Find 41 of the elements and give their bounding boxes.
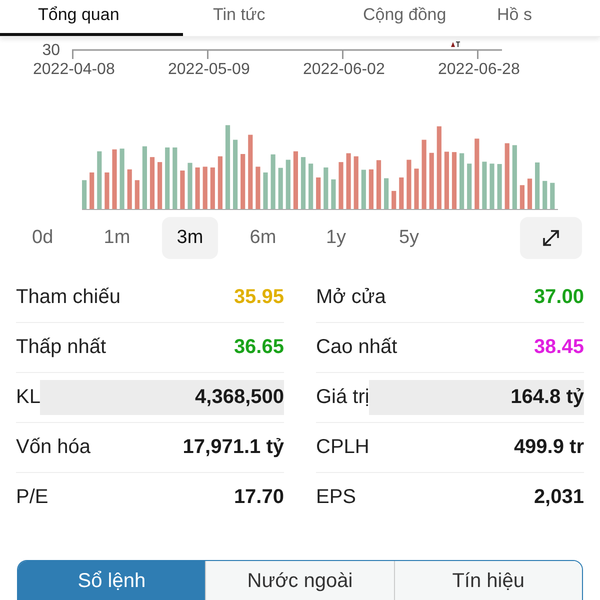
axis-label: 2022-04-08 bbox=[33, 61, 116, 80]
tab[interactable]: Nước ngoài bbox=[206, 561, 395, 600]
period-button[interactable]: 1y bbox=[308, 217, 364, 259]
tab[interactable]: Tín hiệu bbox=[394, 561, 582, 600]
stat-label: Mở cửa bbox=[316, 286, 386, 309]
period-button[interactable]: 5y bbox=[381, 217, 437, 259]
axis-label: 30 bbox=[41, 42, 61, 60]
tab[interactable]: Sổ lệnh bbox=[18, 561, 206, 600]
stat-label: Vốn hóa bbox=[16, 436, 91, 459]
period-button[interactable]: 6m bbox=[235, 217, 291, 259]
expand-icon bbox=[540, 227, 562, 249]
period-button[interactable]: 0d bbox=[18, 217, 72, 259]
stat-label: Cao nhất bbox=[316, 336, 398, 359]
marker-icon bbox=[450, 41, 460, 47]
stat-value: 38.45 bbox=[534, 336, 584, 359]
axis-label: 2022-06-28 bbox=[438, 61, 521, 80]
tab[interactable]: Hồ s bbox=[483, 5, 550, 36]
stat-value: 17.70 bbox=[234, 486, 284, 509]
tab[interactable]: Tin tức bbox=[183, 5, 333, 36]
period-button[interactable]: 1m bbox=[89, 217, 145, 259]
stat-value: 2,031 bbox=[534, 486, 584, 509]
axis-label: 2022-05-09 bbox=[168, 61, 251, 80]
stat-label: Giá trị bbox=[316, 386, 370, 409]
stat-value: 36.65 bbox=[234, 336, 284, 359]
stat-value: 499.9 tr bbox=[514, 436, 584, 459]
stat-value: 17,971.1 tỷ bbox=[182, 436, 284, 459]
axis-label: 2022-06-02 bbox=[303, 61, 386, 80]
expand-button[interactable] bbox=[520, 217, 582, 259]
period-button[interactable]: 3m bbox=[162, 217, 218, 259]
stat-value: 4,368,500 bbox=[40, 380, 284, 415]
stat-label: Thấp nhất bbox=[16, 336, 106, 359]
tab[interactable]: Cộng đồng bbox=[333, 5, 483, 36]
stat-label: EPS bbox=[316, 486, 356, 509]
tab[interactable]: Tổng quan bbox=[0, 5, 183, 36]
stat-label: KL bbox=[16, 386, 40, 409]
stat-label: P/E bbox=[16, 486, 48, 509]
stat-value: 35.95 bbox=[234, 286, 284, 309]
stat-label: Tham chiếu bbox=[16, 286, 120, 309]
stat-value: 164.8 tỷ bbox=[369, 380, 584, 415]
stat-label: CPLH bbox=[316, 436, 370, 459]
stat-value: 37.00 bbox=[534, 286, 584, 309]
